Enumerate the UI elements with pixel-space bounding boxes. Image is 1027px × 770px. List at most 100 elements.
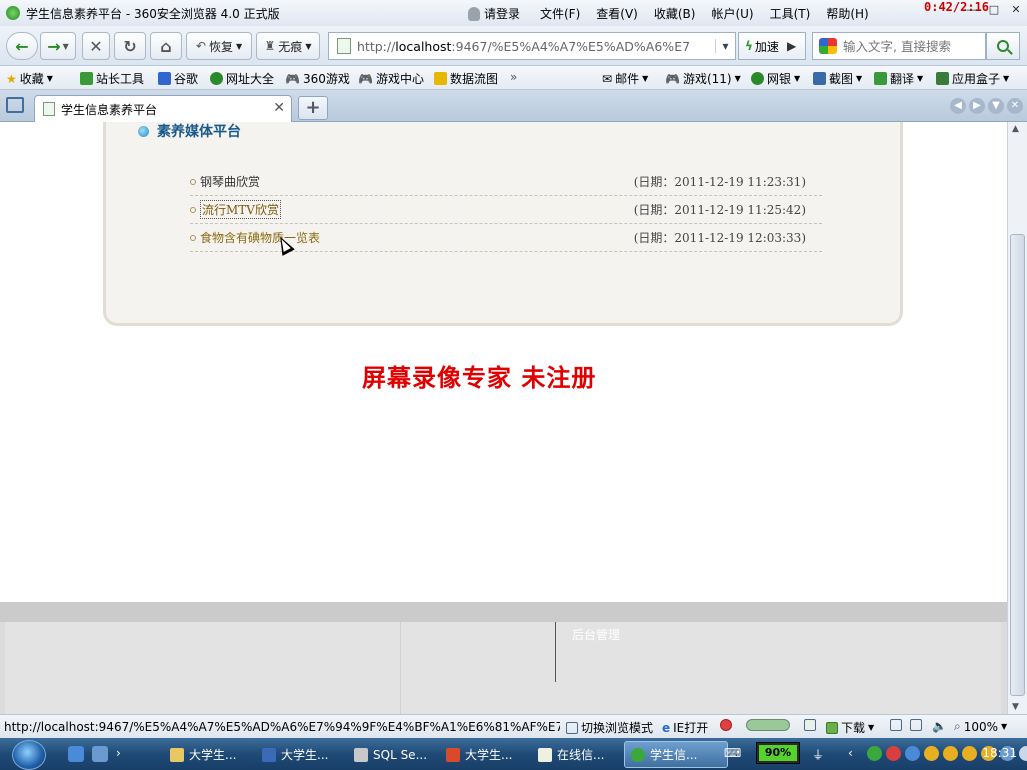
new-tab-button[interactable]: +	[298, 96, 328, 120]
tab-next-icon[interactable]: ▶	[969, 98, 985, 114]
stop-button[interactable]: ✕	[82, 32, 110, 60]
close-tab-icon[interactable]: ✕	[273, 100, 285, 116]
ie-open-button[interactable]: e IE打开	[662, 719, 708, 736]
sidebar-toggle-icon[interactable]	[6, 97, 24, 113]
fav-more-icon[interactable]: »	[510, 70, 517, 84]
fav-bank[interactable]: 网银 ▼	[751, 70, 800, 87]
footer-divider	[555, 622, 556, 682]
menu-file[interactable]: 文件(F)	[540, 5, 580, 22]
tray-network-icon[interactable]	[905, 746, 920, 761]
menu-account[interactable]: 帐户(U)	[711, 5, 753, 22]
download-icon	[826, 721, 838, 734]
qq-icon[interactable]	[943, 746, 958, 761]
tab-list-icon[interactable]: ▼	[988, 98, 1004, 114]
minimize-icon[interactable]: —	[965, 4, 979, 16]
taskbar-item[interactable]: 在线信...	[532, 741, 636, 768]
menu-view[interactable]: 查看(V)	[596, 5, 638, 22]
keyboard-icon[interactable]: ⌨	[724, 746, 741, 760]
fav-mail[interactable]: ✉ 邮件 ▼	[602, 70, 648, 87]
desktop-quicklaunch-icon[interactable]	[92, 746, 108, 762]
fav-item-webmaster[interactable]: 站长工具	[80, 70, 144, 87]
addon-icon[interactable]	[720, 719, 732, 731]
toggle-switch[interactable]	[746, 719, 790, 731]
search-input[interactable]	[843, 38, 973, 54]
scroll-up-icon[interactable]: ▲	[1012, 124, 1019, 134]
media-link[interactable]: 食物含有碘物质一览表	[200, 229, 320, 246]
fav-item-google[interactable]: 谷歌	[158, 70, 198, 87]
fav-translate[interactable]: 翻译 ▼	[874, 70, 923, 87]
footer-panel	[5, 622, 1001, 714]
tray-volume-icon[interactable]	[1019, 746, 1027, 761]
footer-divider	[400, 622, 401, 714]
status-window-icon[interactable]	[910, 719, 922, 731]
tray-app-icon[interactable]	[886, 746, 901, 761]
restore-label: 恢复	[208, 39, 233, 54]
fav-item-dataflow[interactable]: 数据流图	[434, 70, 498, 87]
taskbar-clock[interactable]: 18:31	[982, 746, 1017, 760]
undo-icon: ↶	[195, 39, 206, 53]
ie-quicklaunch-icon[interactable]	[68, 746, 84, 762]
login-button[interactable]: 请登录	[468, 5, 520, 22]
zoom-control[interactable]: ⌕ 100% ▼	[954, 719, 1007, 734]
forward-button[interactable]: → ▼	[40, 32, 76, 60]
speed-label: 加速	[754, 39, 779, 54]
search-box[interactable]	[812, 32, 986, 60]
volume-icon[interactable]: 🔈	[932, 719, 947, 733]
status-url: http://localhost:9467/%E5%A4%A7%E5%AD%A6…	[4, 720, 560, 734]
maximize-icon[interactable]: □	[987, 4, 1001, 16]
taskbar-item[interactable]: 大学生...	[440, 741, 544, 768]
tab-active[interactable]: 学生信息素养平台 ✕	[34, 95, 292, 122]
search-button[interactable]	[986, 32, 1020, 60]
menu-help[interactable]: 帮助(H)	[826, 5, 868, 22]
address-dropdown-icon[interactable]: ▾	[715, 39, 735, 53]
home-icon: ⌂	[160, 36, 172, 56]
tray-expand-icon[interactable]: ‹	[848, 746, 863, 761]
address-bar[interactable]: http://localhost:9467/%E5%A4%A7%E5%AD%A6…	[328, 32, 736, 60]
menu-tools[interactable]: 工具(T)	[770, 5, 811, 22]
fav-screenshot[interactable]: 截图 ▼	[813, 70, 862, 87]
fav-games[interactable]: 🎮 游戏(11) ▼	[665, 70, 741, 87]
status-print-icon[interactable]	[890, 719, 902, 731]
fav-appbox[interactable]: 应用盒子 ▼	[936, 70, 1009, 87]
taskbar-item[interactable]: 大学生...	[256, 741, 360, 768]
scroll-down-icon[interactable]: ▼	[1012, 702, 1019, 712]
taskbar-item[interactable]: SQL Se...	[348, 741, 452, 768]
restore-button[interactable]: ↶ 恢复 ▼	[186, 32, 252, 60]
tab-close-all-icon[interactable]: ✕	[1007, 98, 1023, 114]
go-arrow-icon[interactable]: ▶	[787, 39, 796, 53]
fav-item-gamecenter[interactable]: 🎮 游戏中心	[358, 70, 424, 87]
fav-item-sites[interactable]: 网址大全	[210, 70, 274, 87]
incognito-label: 无痕	[278, 39, 303, 54]
download-button[interactable]: 下载 ▼	[826, 719, 874, 736]
speed-button[interactable]: ϟ 加速 ▶	[738, 32, 806, 60]
window-title: 学生信息素养平台 - 360安全浏览器 4.0 正式版	[26, 6, 280, 21]
incognito-button[interactable]: ♜ 无痕 ▼	[256, 32, 320, 60]
status-tool-icon[interactable]	[804, 719, 816, 731]
refresh-button[interactable]: ↻	[114, 32, 146, 60]
mail-icon: ✉	[602, 71, 613, 86]
google-icon[interactable]	[819, 38, 837, 54]
tab-bar: 学生信息素养平台 ✕ + ◀ ▶ ▼ ✕	[0, 90, 1027, 122]
menu-favorites[interactable]: 收藏(B)	[654, 5, 696, 22]
favorites-menu[interactable]: ★ 收藏 ▼	[6, 70, 53, 87]
switch-mode-button[interactable]: 切换浏览模式	[566, 719, 653, 736]
taskbar-item[interactable]: 大学生...	[164, 741, 268, 768]
back-button[interactable]: ←	[6, 32, 38, 60]
admin-link[interactable]: 后台管理	[572, 626, 620, 643]
power-plug-icon[interactable]: ⏚	[812, 746, 824, 763]
tray-app-icon[interactable]	[867, 746, 882, 761]
quicklaunch-more-icon[interactable]: ›	[116, 746, 132, 762]
home-button[interactable]: ⌂	[150, 32, 182, 60]
start-button[interactable]	[12, 740, 46, 770]
scrollbar-thumb[interactable]	[1010, 234, 1025, 696]
fav-item-360games[interactable]: 🎮 360游戏	[285, 70, 350, 87]
qq-icon[interactable]	[962, 746, 977, 761]
vertical-scrollbar[interactable]: ▲ ▼	[1007, 122, 1027, 714]
taskbar-item-active[interactable]: 学生信...	[624, 741, 728, 768]
address-url[interactable]: http://localhost:9467/%E5%A4%A7%E5%AD%A6…	[357, 39, 715, 54]
media-link[interactable]: 流行MTV欣赏	[200, 200, 281, 219]
media-link[interactable]: 钢琴曲欣赏	[200, 173, 260, 190]
close-window-icon[interactable]: ✕	[1009, 4, 1023, 16]
qq-icon[interactable]	[924, 746, 939, 761]
tab-prev-icon[interactable]: ◀	[950, 98, 966, 114]
